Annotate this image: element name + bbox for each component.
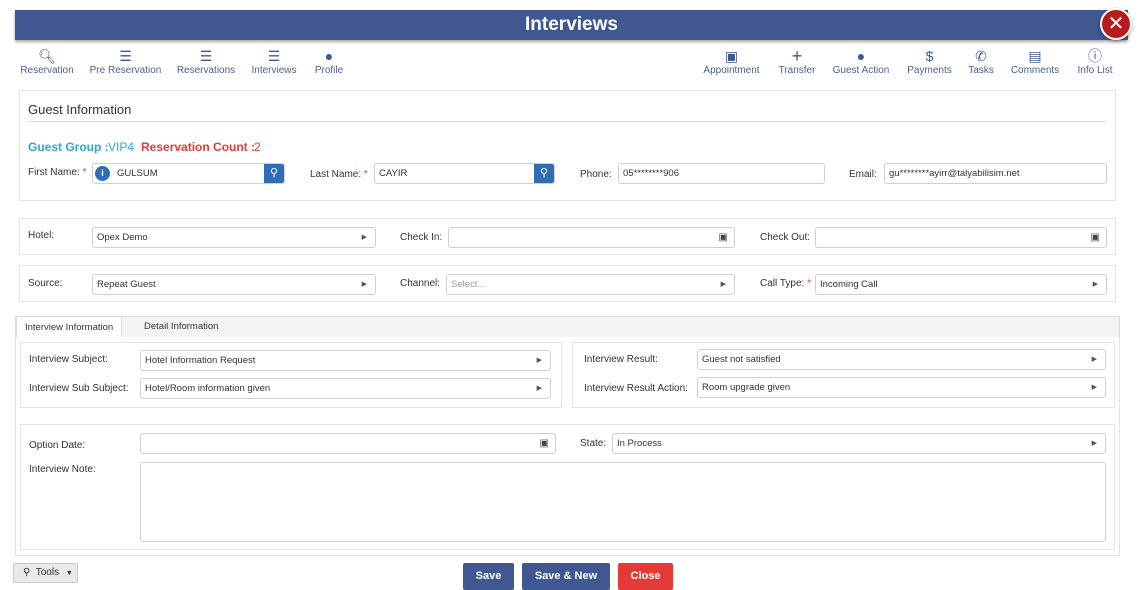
interview-subject-select[interactable]: Hotel Information Request ▶ [140,350,551,371]
caret-right-icon: ▶ [720,281,726,288]
state-select[interactable]: In Process ▶ [612,433,1106,454]
info-icon[interactable]: i [95,166,110,181]
interview-sub-subject-label: Interview Sub Subject: [29,383,129,394]
check-in-field[interactable]: ▣ [448,227,735,248]
ordered-list-icon: ☰ [199,48,213,64]
phone-label: Phone: [580,169,612,180]
source-label: Source: [28,278,63,289]
interview-note-field[interactable] [140,462,1106,542]
email-label: Email: [849,169,877,180]
toolbar-reservations[interactable]: ☰ Reservations [175,47,237,81]
save-and-new-button[interactable]: Save & New [522,563,610,590]
interview-result-action-select[interactable]: Room upgrade given ▶ [697,377,1106,398]
caret-right-icon: ▶ [536,385,542,392]
comment-icon: ▤ [1028,48,1042,64]
calendar-icon: ▣ [724,48,739,64]
hotel-select[interactable]: Opex Demo ▶ [92,227,376,248]
caret-right-icon: ▶ [1091,384,1097,391]
check-in-label: Check In: [400,232,443,243]
last-name-label: Last Name: * [310,169,368,180]
calendar-icon[interactable]: ▣ [1091,228,1100,247]
option-date-field[interactable]: ▣ [140,433,556,454]
phone-field[interactable]: 05********906 [618,163,825,184]
calendar-icon[interactable]: ▣ [540,434,549,453]
toolbar-tasks[interactable]: ✆ Tasks [966,47,996,81]
guest-info-title: Guest Information [28,102,132,117]
tools-button[interactable]: ⚲ Tools ▼ [13,563,78,583]
guest-group-value: VIP4 [108,140,135,154]
call-type-label: Call Type: * [760,278,811,289]
search-icon: 🔍︎ [38,48,56,64]
person-icon: ● [856,48,866,64]
toolbar-transfer[interactable]: + Transfer [777,47,817,81]
save-button[interactable]: Save [463,563,514,590]
dollar-icon: $ [925,48,934,64]
option-date-label: Option Date: [29,440,86,451]
caret-right-icon: ▶ [1091,440,1097,447]
window-title: Interviews [15,10,1128,40]
tab-interview-information[interactable]: Interview Information [16,316,123,338]
caret-right-icon: ▶ [361,234,367,241]
toolbar-appointment[interactable]: ▣ Appointment [700,47,763,81]
close-icon[interactable]: ✕ [1100,8,1132,40]
interview-sub-subject-select[interactable]: Hotel/Room information given ▶ [140,378,551,399]
toolbar-profile[interactable]: ● Profile [312,47,346,81]
caret-down-icon: ▼ [65,570,73,577]
caret-right-icon: ▶ [536,357,542,364]
search-icon[interactable]: ⚲ [264,164,284,183]
channel-label: Channel: [400,278,441,289]
close-button[interactable]: Close [618,563,673,590]
state-label: State: [580,438,607,449]
list-icon: ☰ [267,48,281,64]
person-icon: ● [324,48,334,64]
list-icon: ☰ [119,48,132,64]
toolbar-pre-reservation[interactable]: ☰ Pre Reservation [88,47,163,81]
caret-right-icon: ▶ [1091,356,1097,363]
check-out-field[interactable]: ▣ [815,227,1107,248]
interview-result-action-label: Interview Result Action: [584,383,688,394]
check-out-label: Check Out: [760,232,811,243]
source-select[interactable]: Repeat Guest ▶ [92,274,376,295]
toolbar-interviews[interactable]: ☰ Interviews [249,47,299,81]
channel-select[interactable]: Select... ▶ [446,274,735,295]
calendar-icon[interactable]: ▣ [719,228,728,247]
guest-group-label: Guest Group : [28,140,109,154]
email-field[interactable]: gu********ayirr@talyabilisim.net [884,163,1107,184]
first-name-label: First Name: * [28,167,87,178]
reservation-count-value: 2 [254,140,261,154]
toolbar-guest-action[interactable]: ● Guest Action [831,47,891,81]
interview-result-select[interactable]: Guest not satisfied ▶ [697,349,1106,370]
toolbar-comments[interactable]: ▤ Comments [1010,47,1060,81]
tab-detail-information[interactable]: Detail Information [136,316,226,338]
search-icon[interactable]: ⚲ [534,164,554,183]
reservation-count-label: Reservation Count : [141,140,256,154]
divider [28,121,1107,122]
pin-icon: ⚲ [23,567,31,578]
interview-note-label: Interview Note: [29,464,96,475]
first-name-field[interactable]: i GULSUM ⚲ [92,163,285,184]
info-icon: ⓘ [1088,48,1102,64]
interview-result-label: Interview Result: [584,354,658,365]
plus-icon: + [791,46,803,66]
toolbar-reservation[interactable]: 🔍︎ Reservation [17,47,77,81]
interview-subject-label: Interview Subject: [29,354,108,365]
phone-icon: ✆ [975,48,987,64]
caret-right-icon: ▶ [1092,281,1098,288]
hotel-label: Hotel: [28,230,55,241]
toolbar-info-list[interactable]: ⓘ Info List [1075,47,1115,81]
call-type-select[interactable]: Incoming Call ▶ [815,274,1107,295]
toolbar-payments[interactable]: $ Payments [906,47,953,81]
last-name-field[interactable]: CAYIR ⚲ [374,163,555,184]
caret-right-icon: ▶ [361,281,367,288]
